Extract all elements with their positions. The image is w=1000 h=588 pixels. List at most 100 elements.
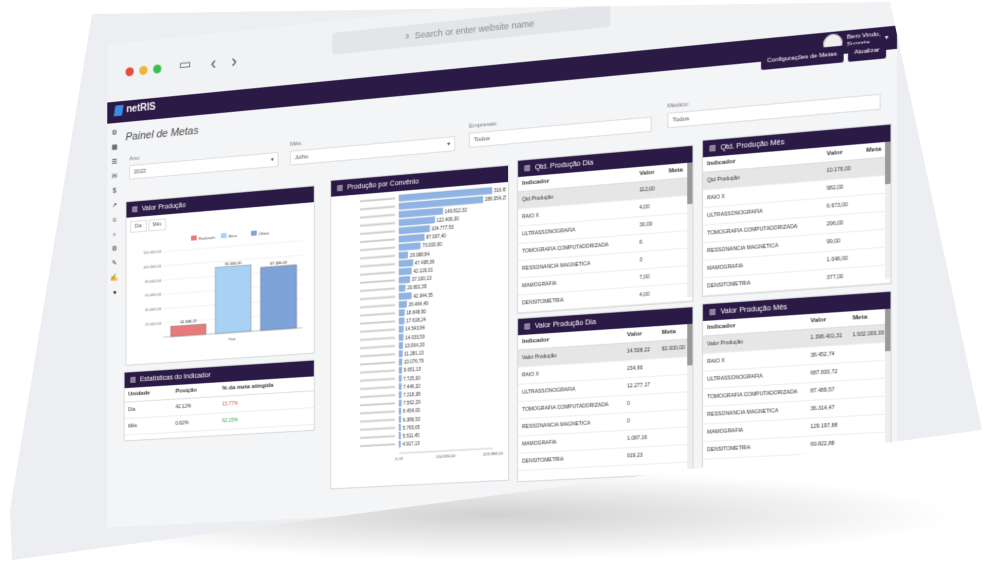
app-viewport: netRIS Bem Vindo, Suporte ▾ ⚙ ▦ ☰ xyxy=(107,25,898,528)
legend-swatch xyxy=(191,235,197,241)
convenio-bar xyxy=(398,440,401,448)
scrollbar[interactable] xyxy=(885,141,891,280)
category-label-placeholder xyxy=(360,303,396,309)
signature-icon[interactable]: ✍ xyxy=(110,274,119,282)
users-icon[interactable]: ☺ xyxy=(110,216,119,224)
valor-producao-chart: Realizado Meta Último 120.000,00 100.000,00 8… xyxy=(143,230,311,342)
tabs-overview-button[interactable]: ⧉ xyxy=(830,2,842,6)
device-mockup: ▭ ‹ › ⌕ Search or enter website name + ⧉… xyxy=(0,0,1000,588)
address-bar-placeholder: Search or enter website name xyxy=(414,18,535,41)
month-value: Julho xyxy=(294,153,309,161)
posicao-cell: 0.62% xyxy=(171,413,219,433)
convenio-bar xyxy=(398,399,402,407)
panel-title: Valor Produção xyxy=(141,201,186,213)
legend-swatch xyxy=(220,232,227,239)
back-button[interactable]: ‹ xyxy=(211,53,217,74)
category-label-placeholder xyxy=(360,410,396,415)
convenio-bar xyxy=(398,275,410,284)
chart-icon: ▥ xyxy=(336,184,344,193)
category-label-placeholder xyxy=(360,295,396,301)
category-label-placeholder xyxy=(360,394,396,399)
sidebar-toggle-icon[interactable]: ▭ xyxy=(179,55,191,73)
category-label-placeholder xyxy=(360,279,396,284)
scrollbar-thumb[interactable] xyxy=(885,308,891,352)
bar-value-label: 9.651,13 xyxy=(404,367,422,373)
bar-value-label: 92.000,00 xyxy=(225,260,242,266)
bar-value-label: 20.801,55 xyxy=(407,284,427,291)
forward-button[interactable]: › xyxy=(231,51,237,72)
category-label-placeholder xyxy=(360,246,396,252)
minimize-window-button[interactable] xyxy=(139,65,148,76)
estatisticas-panel: ▥ Estatísticas do Indicador Unidade Posiç… xyxy=(123,359,315,442)
category-label-placeholder xyxy=(360,435,396,439)
x-tick-label: 209.988,00 xyxy=(483,451,503,457)
table-cell: 6 xyxy=(635,232,665,253)
dashboard-icon[interactable]: ⚙ xyxy=(110,129,119,138)
convenio-bar xyxy=(399,217,435,226)
mail-icon[interactable]: ✉ xyxy=(110,173,119,182)
convenio-bar xyxy=(398,325,404,333)
tab-dia[interactable]: Dia xyxy=(130,219,147,233)
convenio-bar xyxy=(399,243,420,251)
scrollbar-thumb[interactable] xyxy=(885,141,891,185)
category-label-placeholder xyxy=(360,418,396,423)
table-cell: 7,00 xyxy=(635,267,665,287)
convenio-bar xyxy=(398,350,403,358)
scrollbar[interactable] xyxy=(687,323,693,469)
valor-dia-panel: ▥ Valor Produção Dia Indicador Valor Meta Va… xyxy=(517,306,694,483)
scrollbar-thumb[interactable] xyxy=(687,162,693,205)
category-label-placeholder xyxy=(360,320,396,325)
category-label-placeholder xyxy=(360,287,396,293)
convenio-bar xyxy=(398,432,401,440)
chart-icon: ▥ xyxy=(709,308,717,317)
bar-value-label: 6.454,00 xyxy=(403,408,421,414)
chevron-down-icon: ▾ xyxy=(447,141,451,148)
scrollbar[interactable] xyxy=(687,162,693,298)
category-label-placeholder xyxy=(360,230,396,235)
valor-dia-table: Indicador Valor Meta Valor Produção 14.508,2… xyxy=(518,323,693,471)
bar-value-label: 87.097,40 xyxy=(426,233,446,240)
category-label-placeholder xyxy=(360,254,396,260)
list-icon[interactable]: ☰ xyxy=(110,158,119,167)
bar-value-label: 14.543,84 xyxy=(405,326,425,333)
bar-value-label: 18.648,80 xyxy=(406,309,426,316)
panel-title: Qtd. Produção Mês xyxy=(720,138,785,152)
doctor-value: Todos xyxy=(672,115,690,124)
new-tab-button[interactable]: + xyxy=(797,2,810,10)
qtd-mes-table: Indicador Valor Meta Qtd Produção 10.176,00 R… xyxy=(702,141,891,297)
refresh-button[interactable]: Atualizar xyxy=(847,41,887,62)
scrollbar[interactable] xyxy=(885,308,891,458)
y-tick-label: 60.000,00 xyxy=(145,292,161,298)
brand-logo[interactable]: netRIS xyxy=(113,101,156,117)
page-title: Painel de Metas xyxy=(125,124,199,144)
settings-icon[interactable]: ⚙ xyxy=(110,245,119,253)
bar-value-label: 286.054,25 xyxy=(485,195,506,202)
bar-value-label: 7.562,29 xyxy=(403,400,421,406)
table-cell: 12.277,17 xyxy=(622,376,658,396)
valor-producao-panel: ▥ Valor Produção Dia Mês Realizado Meta Últ… xyxy=(125,185,315,366)
close-window-button[interactable] xyxy=(125,67,134,77)
month-filter: Mês: Julho ▾ xyxy=(289,127,456,166)
wrench-icon[interactable]: ✎ xyxy=(110,260,119,268)
brand-name: netRIS xyxy=(126,101,156,116)
table-cell: 377,00 xyxy=(822,266,862,288)
panel-title: Produção por Convênio xyxy=(347,177,419,191)
category-label-placeholder xyxy=(360,312,396,317)
bar-value-label: 14.033,53 xyxy=(405,334,425,341)
scrollbar-thumb[interactable] xyxy=(687,323,693,366)
maximize-window-button[interactable] xyxy=(153,64,162,74)
category-label-placeholder xyxy=(360,344,396,350)
bell-icon[interactable]: ● xyxy=(110,289,119,297)
dollar-icon[interactable]: $ xyxy=(110,187,119,196)
browser-actions: + ⧉ xyxy=(797,2,843,11)
table-cell: 3 xyxy=(635,249,665,270)
chart-icon: ▥ xyxy=(130,376,137,384)
search-icon[interactable]: ⌕ xyxy=(110,231,119,239)
address-bar[interactable]: ⌕ Search or enter website name xyxy=(332,4,611,55)
tab-mes[interactable]: Mês xyxy=(148,218,166,232)
calendar-icon[interactable]: ▦ xyxy=(110,144,119,153)
y-tick-label: 100.000,00 xyxy=(143,263,161,269)
chart-icon[interactable]: ↗ xyxy=(110,202,119,211)
table-cell: 234,66 xyxy=(622,358,658,379)
bar-value-label: 42.120,01 xyxy=(413,267,433,274)
